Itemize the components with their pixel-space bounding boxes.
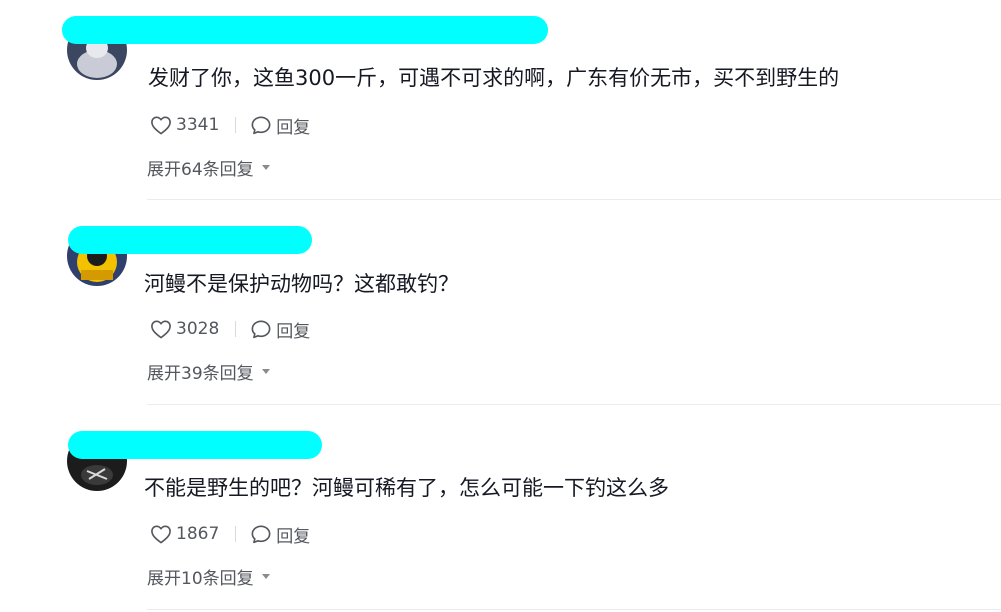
reply-label: 回复: [276, 117, 311, 138]
comment-divider: [147, 404, 1001, 405]
heart-icon: [151, 116, 171, 135]
comment-divider: [147, 609, 1001, 610]
expand-replies-label: 展开64条回复: [147, 159, 254, 180]
action-separator: [235, 117, 237, 133]
comment-bubble-icon: [251, 525, 271, 544]
expand-replies-label: 展开39条回复: [147, 363, 254, 384]
expand-replies-button[interactable]: 展开64条回复: [147, 155, 270, 180]
heart-icon: [151, 320, 171, 339]
comment-divider: [147, 199, 1001, 200]
like-button[interactable]: 3028: [150, 319, 219, 339]
reply-label: 回复: [276, 321, 311, 342]
comment-actions: 1867 回复: [150, 522, 310, 547]
like-count: 1867: [176, 524, 220, 544]
like-button[interactable]: 3341: [150, 115, 219, 135]
reply-button[interactable]: 回复: [250, 522, 310, 547]
author-name-redaction: [68, 431, 322, 459]
comment-text: 河鳗不是保护动物吗？这都敢钓？: [144, 272, 459, 296]
comment-actions: 3341 回复: [150, 113, 310, 138]
action-separator: [235, 526, 237, 542]
author-name-redaction: [62, 16, 548, 44]
comment-text: 发财了你，这鱼300一斤，可遇不可求的啊，广东有价无市，买不到野生的: [148, 66, 840, 90]
reply-button[interactable]: 回复: [250, 113, 310, 138]
heart-icon: [151, 525, 171, 544]
comment-text: 不能是野生的吧？河鳗可稀有了，怎么可能一下钓这么多: [144, 476, 669, 500]
like-count: 3028: [176, 319, 220, 339]
expand-replies-button[interactable]: 展开10条回复: [147, 564, 270, 589]
like-count: 3341: [176, 115, 220, 135]
comment-bubble-icon: [251, 116, 271, 135]
author-name-redaction: [68, 226, 312, 254]
caret-down-icon: [261, 165, 270, 170]
like-button[interactable]: 1867: [150, 524, 219, 544]
action-separator: [235, 321, 237, 337]
comment-bubble-icon: [251, 320, 271, 339]
reply-label: 回复: [276, 526, 311, 547]
caret-down-icon: [261, 574, 270, 579]
caret-down-icon: [261, 369, 270, 374]
expand-replies-label: 展开10条回复: [147, 568, 254, 589]
expand-replies-button[interactable]: 展开39条回复: [147, 359, 270, 384]
reply-button[interactable]: 回复: [250, 317, 310, 342]
comment-actions: 3028 回复: [150, 317, 310, 342]
